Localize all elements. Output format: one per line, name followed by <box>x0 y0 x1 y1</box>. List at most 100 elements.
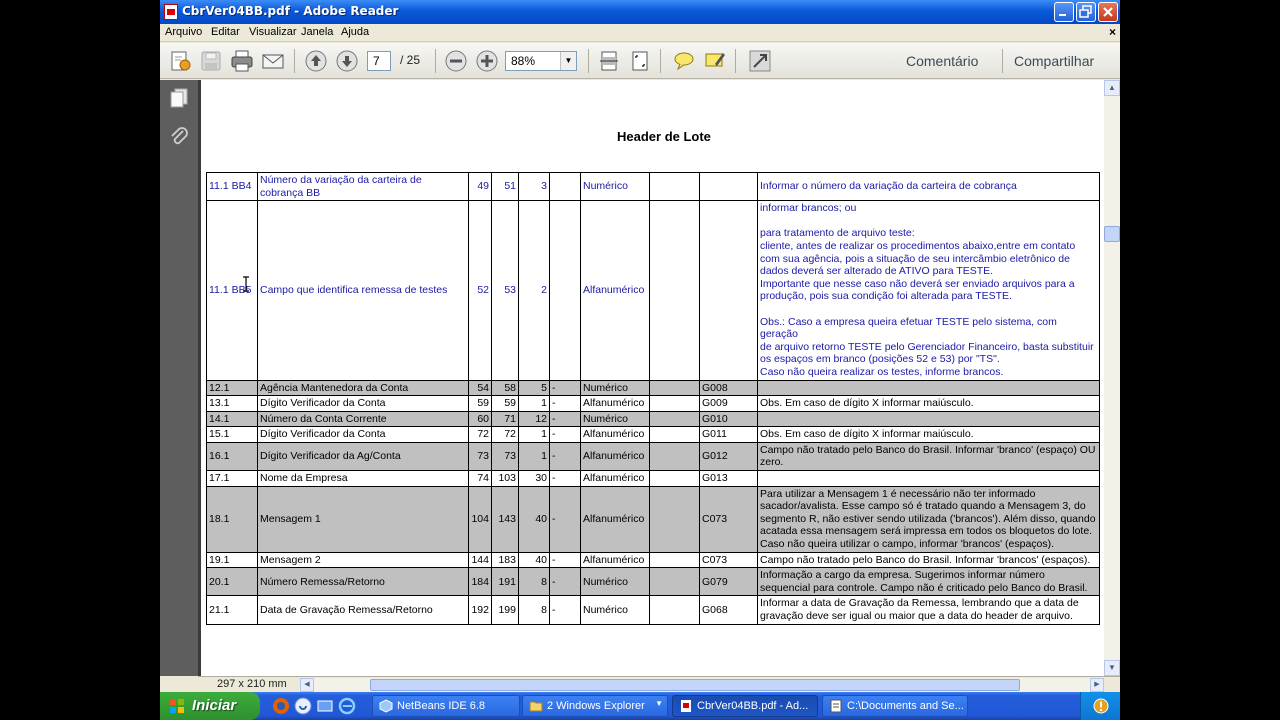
adobe-reader-window: CbrVer04BB.pdf - Adobe Reader Arquivo Ed… <box>160 0 1120 692</box>
field-id-cell: 20.1 <box>206 567 258 597</box>
notes-cell: Campo não tratado pelo Banco do Brasil. … <box>757 551 1100 569</box>
attachments-panel-button[interactable] <box>168 125 190 147</box>
decimals-cell: - <box>549 485 581 553</box>
menu-janela[interactable]: Janela <box>301 26 333 38</box>
field-id-cell: 14.1 <box>206 410 258 428</box>
page-number-input[interactable]: 7 <box>367 51 391 71</box>
menu-ajuda[interactable]: Ajuda <box>341 26 369 38</box>
email-button[interactable] <box>261 49 285 73</box>
fit-width-button[interactable] <box>597 49 621 73</box>
start-position-cell: 49 <box>468 171 492 202</box>
default-cell <box>649 395 700 412</box>
full-screen-button[interactable] <box>748 49 772 73</box>
text-cursor-icon <box>243 276 249 292</box>
default-cell <box>649 441 700 472</box>
start-position-cell: 73 <box>468 441 492 472</box>
default-cell <box>649 485 700 553</box>
firefox-icon[interactable] <box>272 697 290 715</box>
vertical-scroll-thumb[interactable] <box>1104 226 1120 242</box>
navigation-pane <box>160 80 198 676</box>
scroll-up-arrow-icon[interactable]: ▲ <box>1104 80 1120 96</box>
decimals-cell: - <box>549 426 581 443</box>
task-adobe-reader[interactable]: CbrVer04BB.pdf - Ad... <box>672 695 818 717</box>
chrome-icon[interactable] <box>294 697 312 715</box>
chevron-down-icon[interactable]: ▼ <box>560 52 576 70</box>
field-description-cell: Mensagem 1 <box>257 485 469 553</box>
folder-icon <box>529 701 543 712</box>
comment-link[interactable]: Comentário <box>906 53 978 69</box>
taskbar: Iniciar NetBeans IDE 6.8 2 Windows Explo… <box>160 692 1120 720</box>
create-pdf-button[interactable] <box>168 49 192 73</box>
zoom-value: 88% <box>511 54 536 68</box>
table-row: 11.1 BB4 Número da variação da carteira d… <box>206 171 1100 202</box>
notes-cell: Informar a data de Gravação da Remessa, … <box>757 595 1100 625</box>
reference-cell: C073 <box>699 551 758 569</box>
table-row: 18.1 Mensagem 1 104 143 40- Alfanumérico C073 P… <box>206 485 1100 553</box>
field-description-cell: Número Remessa/Retorno <box>257 567 469 597</box>
decimals-cell <box>549 200 581 381</box>
table-row: 16.1 Dígito Verificador da Ag/Conta 73 73 1-… <box>206 441 1100 472</box>
restore-button[interactable] <box>1076 2 1096 22</box>
length-cell: 30 <box>518 470 550 487</box>
start-button[interactable]: Iniciar <box>160 692 260 720</box>
end-position-cell: 199 <box>491 595 519 625</box>
start-position-cell: 144 <box>468 551 492 569</box>
menu-bar: Arquivo Editar Visualizar Janela Ajuda × <box>160 24 1120 42</box>
create-pdf-icon <box>171 51 191 71</box>
minimize-icon <box>1059 14 1066 16</box>
menu-arquivo[interactable]: Arquivo <box>165 26 202 38</box>
share-link[interactable]: Compartilhar <box>1014 53 1094 69</box>
plus-icon <box>476 50 498 72</box>
show-desktop-icon[interactable] <box>316 697 334 715</box>
end-position-cell: 58 <box>491 379 519 397</box>
end-position-cell: 73 <box>491 441 519 472</box>
previous-page-button[interactable] <box>304 49 328 73</box>
security-alert-icon[interactable] <box>1093 698 1109 714</box>
horizontal-scrollbar[interactable]: ◀ ▶ <box>300 678 1104 692</box>
close-icon <box>1103 7 1113 17</box>
scroll-left-arrow-icon[interactable]: ◀ <box>300 678 314 692</box>
task-windows-explorer[interactable]: 2 Windows Explorer ▼ <box>522 695 668 717</box>
field-id-cell: 17.1 <box>206 470 258 487</box>
menu-visualizar[interactable]: Visualizar <box>249 26 297 38</box>
task-netbeans[interactable]: NetBeans IDE 6.8 <box>372 695 520 717</box>
field-id-cell: 12.1 <box>206 379 258 397</box>
zoom-in-button[interactable] <box>475 49 499 73</box>
expand-icon <box>749 50 771 72</box>
start-position-cell: 184 <box>468 567 492 597</box>
fit-width-icon <box>600 51 618 71</box>
type-cell: Alfanumérico <box>580 551 650 569</box>
reference-cell: G010 <box>699 410 758 428</box>
save-button[interactable] <box>199 49 223 73</box>
menu-editar[interactable]: Editar <box>211 26 240 38</box>
vertical-scrollbar[interactable]: ▲ ▼ <box>1104 80 1120 676</box>
document-view[interactable]: Header de Lote 11.1 BB4 Número da variaçã… <box>198 80 1104 676</box>
arrow-up-icon <box>305 50 327 72</box>
task-notepad[interactable]: C:\Documents and Se... <box>822 695 968 717</box>
document-close-icon[interactable]: × <box>1109 25 1116 39</box>
scroll-down-arrow-icon[interactable]: ▼ <box>1104 660 1120 676</box>
zoom-out-button[interactable] <box>444 49 468 73</box>
print-button[interactable] <box>230 49 254 73</box>
scroll-right-arrow-icon[interactable]: ▶ <box>1090 678 1104 692</box>
pages-panel-button[interactable] <box>168 87 190 109</box>
fit-page-button[interactable] <box>628 49 652 73</box>
horizontal-scroll-thumb[interactable] <box>370 679 1020 691</box>
comment-note-button[interactable] <box>672 49 696 73</box>
type-cell: Numérico <box>580 567 650 597</box>
minimize-button[interactable] <box>1054 2 1074 22</box>
close-button[interactable] <box>1098 2 1118 22</box>
default-cell <box>649 567 700 597</box>
internet-explorer-icon[interactable] <box>338 697 356 715</box>
next-page-button[interactable] <box>335 49 359 73</box>
window-title: CbrVer04BB.pdf - Adobe Reader <box>182 4 399 18</box>
field-description-cell: Dígito Verificador da Conta <box>257 426 469 443</box>
start-position-cell: 104 <box>468 485 492 553</box>
default-cell <box>649 410 700 428</box>
length-cell: 1 <box>518 395 550 412</box>
highlight-button[interactable] <box>703 49 727 73</box>
title-bar[interactable]: CbrVer04BB.pdf - Adobe Reader <box>160 0 1120 24</box>
speech-bubble-icon <box>674 52 694 71</box>
length-cell: 1 <box>518 426 550 443</box>
zoom-select[interactable]: 88% ▼ <box>505 51 577 71</box>
